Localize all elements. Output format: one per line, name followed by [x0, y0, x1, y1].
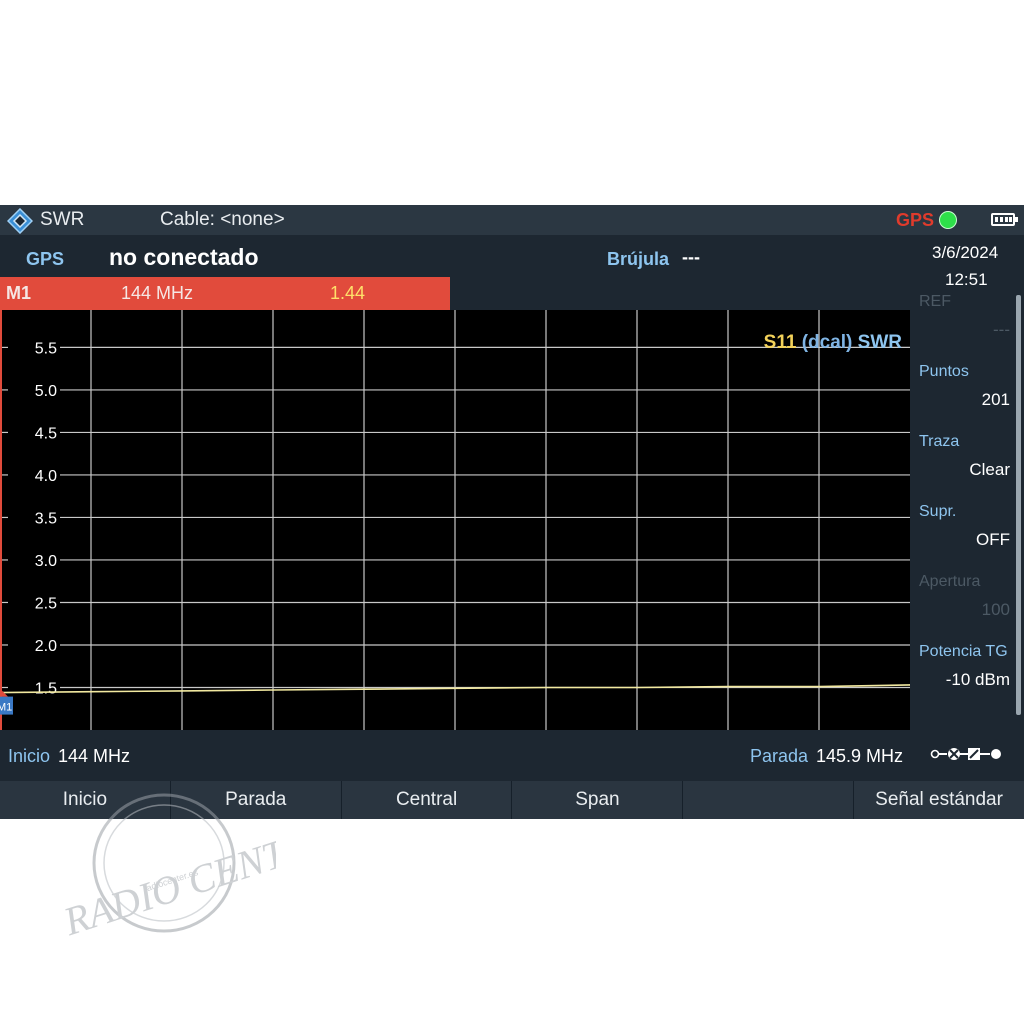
side-value-4: 100: [981, 600, 1010, 619]
side-key-3[interactable]: Supr.: [919, 503, 956, 521]
side-key-5[interactable]: Potencia TG: [919, 643, 1008, 661]
compass-label: Brújula: [607, 249, 670, 269]
softkey-4[interactable]: [683, 781, 855, 819]
side-panel-scrollbar[interactable]: [1016, 295, 1021, 715]
side-key-2[interactable]: Traza: [919, 433, 959, 451]
gps-status-dot-icon: [939, 211, 957, 229]
y-tick-label: 4.5: [35, 425, 57, 442]
start-frequency-value[interactable]: 144 MHz: [58, 746, 130, 767]
start-frequency-label: Inicio: [8, 746, 51, 766]
side-key-4[interactable]: Apertura: [919, 573, 980, 591]
trace-label: S11 (dcal) SWR: [764, 332, 902, 354]
time-display: 12:51: [945, 270, 988, 289]
swr-trace-point: [90, 690, 92, 693]
swr-trace-point: [818, 685, 820, 688]
y-tick-label: 5.5: [35, 340, 57, 357]
y-tick-label: 1.5: [35, 680, 57, 697]
trace-label-dcal: (dcal): [801, 332, 853, 353]
plot-canvas: 5.5 5.0 4.5 4.0 3.5 3.0 2.5 2.0 1.5 M1: [0, 310, 910, 730]
swr-trace-point: [454, 687, 456, 690]
swr-trace-point: [363, 688, 365, 690]
stop-frequency-value[interactable]: 145.9 MHz: [816, 746, 903, 767]
y-tick-label: 3.5: [35, 510, 57, 527]
side-value-5: -10 dBm: [945, 670, 1010, 689]
softkey-3[interactable]: Span: [512, 781, 684, 819]
side-value-1: 201: [981, 390, 1010, 409]
swr-trace-point: [272, 689, 274, 691]
radio-center-watermark-logo: RADIO CENTER radiocenter.es: [57, 793, 276, 938]
rs-diamond-icon: [7, 208, 33, 234]
swr-plot[interactable]: 5.5 5.0 4.5 4.0 3.5 3.0 2.5 2.0 1.5 M1 S11 (dcal)…: [0, 310, 910, 730]
swr-trace-point: [727, 685, 729, 688]
battery-icon: [991, 213, 1018, 226]
trace-label-swr: SWR: [857, 332, 902, 353]
side-value-3: OFF: [976, 530, 1010, 549]
side-key-1[interactable]: Puntos: [919, 363, 969, 381]
title-bar: SWR Cable: <none> GPS: [0, 205, 1024, 235]
mode-label[interactable]: SWR: [40, 209, 84, 231]
stop-frequency-label: Parada: [750, 746, 809, 766]
marker-frequency: 144 MHz: [121, 283, 194, 303]
side-key-0[interactable]: REF: [919, 293, 951, 311]
trace-label-s11: S11: [763, 332, 797, 353]
y-tick-label: 2.0: [35, 638, 57, 655]
marker-value: 1.44: [330, 283, 366, 303]
softkey-5[interactable]: Señal estándar: [854, 781, 1024, 819]
gps-value: no conectado: [109, 244, 259, 270]
date-display: 3/6/2024: [932, 243, 999, 262]
y-tick-label: 5.0: [35, 383, 57, 400]
frequency-bar: Inicio 144 MHz Parada 145.9 MHz: [0, 730, 910, 781]
side-panel: 3/6/2024 12:51 REF --- Puntos 201 Traza Clear…: [910, 235, 1024, 781]
side-value-2: Clear: [969, 460, 1010, 479]
marker-name: M1: [6, 283, 32, 303]
gps-label: GPS: [26, 249, 65, 269]
swr-trace-point: [636, 686, 638, 689]
connector-status-icon: [930, 748, 1001, 760]
analyzer-screen: SWR Cable: <none> GPS GPS no conectado B…: [0, 205, 1024, 819]
swr-trace-point: [545, 686, 547, 689]
marker-tag-label: M1: [0, 702, 12, 714]
y-tick-label: 2.5: [35, 595, 57, 612]
marker-readout[interactable]: M1 144 MHz 1.44: [0, 277, 450, 310]
cable-label[interactable]: Cable: <none>: [160, 209, 285, 231]
info-row: GPS no conectado Brújula ---: [0, 235, 910, 277]
softkey-2[interactable]: Central: [342, 781, 513, 819]
swr-trace-point: [181, 690, 183, 692]
side-value-0: ---: [993, 320, 1010, 339]
compass-value: ---: [682, 247, 700, 267]
y-tick-label: 3.0: [35, 553, 57, 570]
gps-status-indicator: GPS: [896, 210, 935, 230]
y-tick-label: 4.0: [35, 468, 57, 485]
